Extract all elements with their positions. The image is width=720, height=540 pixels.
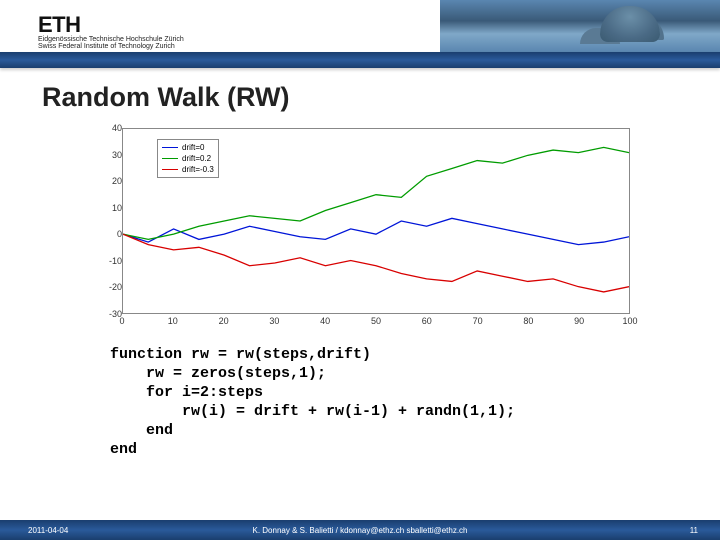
y-tick: 20 <box>98 176 122 186</box>
footer-date: 2011-04-04 <box>28 526 68 535</box>
y-tick: 30 <box>98 150 122 160</box>
legend-item: drift=0.2 <box>162 153 214 164</box>
slide-header: ETH Eidgenössische Technische Hochschule… <box>0 0 720 70</box>
plot-area: drift=0 drift=0.2 drift=-0.3 <box>122 128 630 314</box>
x-tick: 10 <box>163 316 183 326</box>
x-tick: 0 <box>112 316 132 326</box>
y-tick: -10 <box>98 256 122 266</box>
x-tick: 60 <box>417 316 437 326</box>
y-tick: 0 <box>98 229 122 239</box>
footer-page-number: 11 <box>690 526 698 535</box>
slide-title: Random Walk (RW) <box>42 82 290 113</box>
legend-item: drift=0 <box>162 142 214 153</box>
chart-legend: drift=0 drift=0.2 drift=-0.3 <box>157 139 219 178</box>
slide-footer: 2011-04-04 K. Donnay & S. Balietti / kdo… <box>0 520 720 540</box>
y-tick: 40 <box>98 123 122 133</box>
header-photo <box>440 0 720 52</box>
y-tick: 10 <box>98 203 122 213</box>
eth-subtitle: Eidgenössische Technische Hochschule Zür… <box>38 36 184 50</box>
legend-label: drift=0 <box>182 142 204 153</box>
x-tick: 100 <box>620 316 640 326</box>
x-tick: 40 <box>315 316 335 326</box>
footer-credits: K. Donnay & S. Balietti / kdonnay@ethz.c… <box>0 526 720 535</box>
x-tick: 50 <box>366 316 386 326</box>
legend-item: drift=-0.3 <box>162 164 214 175</box>
legend-swatch <box>162 147 178 148</box>
x-tick: 70 <box>468 316 488 326</box>
x-tick: 90 <box>569 316 589 326</box>
eth-logo-text: ETH <box>38 12 81 38</box>
x-tick: 80 <box>518 316 538 326</box>
code-block: function rw = rw(steps,drift) rw = zeros… <box>110 345 515 459</box>
x-tick: 20 <box>214 316 234 326</box>
header-band <box>0 52 720 68</box>
legend-swatch <box>162 169 178 170</box>
legend-label: drift=-0.3 <box>182 164 214 175</box>
series-line <box>123 218 629 244</box>
legend-swatch <box>162 158 178 159</box>
series-line <box>123 234 629 292</box>
legend-label: drift=0.2 <box>182 153 211 164</box>
x-tick: 30 <box>264 316 284 326</box>
rw-chart: drift=0 drift=0.2 drift=-0.3 -30-20-1001… <box>92 122 642 330</box>
y-tick: -20 <box>98 282 122 292</box>
